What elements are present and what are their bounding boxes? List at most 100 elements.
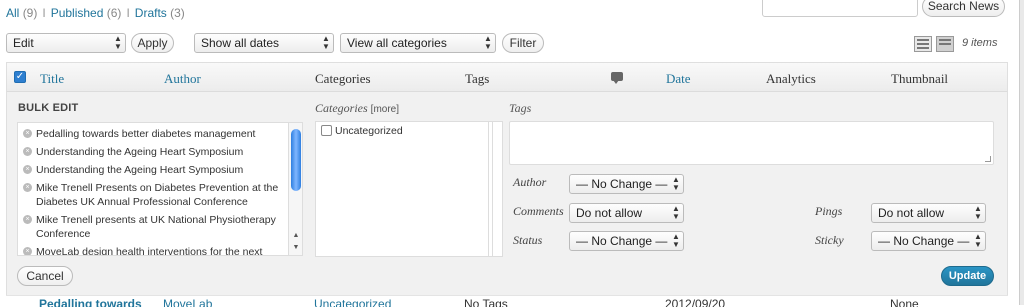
update-button[interactable]: Update xyxy=(941,266,994,286)
scrollbar-thumb[interactable] xyxy=(291,129,301,191)
scroll-down-icon[interactable]: ▼ xyxy=(290,243,302,253)
list-item: × Understanding the Ageing Heart Symposiu… xyxy=(18,161,288,179)
row-date: 2012/09/20 xyxy=(665,297,726,307)
filter-drafts-count: (3) xyxy=(170,6,185,20)
categories-checklist: Uncategorized xyxy=(315,121,503,257)
remove-icon[interactable]: × xyxy=(23,215,32,224)
items-count: 9 items xyxy=(962,37,998,49)
filter-separator: I xyxy=(42,6,46,20)
categories-more-link[interactable]: [more] xyxy=(371,104,399,115)
comments-label: Comments xyxy=(513,204,564,218)
list-item: × MoveLab design health interventions for… xyxy=(18,243,288,256)
pings-value: Do not allow xyxy=(878,206,945,220)
column-author[interactable]: Author xyxy=(164,71,201,87)
category-filter-select[interactable]: View all categories ▲ ▼ xyxy=(340,33,496,53)
filter-button[interactable]: Filter xyxy=(502,33,544,53)
filter-published-link[interactable]: Published (6) xyxy=(51,6,122,20)
row-tags: No Tags xyxy=(464,297,508,307)
cancel-button[interactable]: Cancel xyxy=(17,266,73,286)
list-item-title: Mike Trenell Presents on Diabetes Preven… xyxy=(36,182,279,208)
tags-label: Tags xyxy=(509,101,532,115)
categories-label-text: Categories xyxy=(315,101,368,115)
column-title[interactable]: Title xyxy=(40,71,64,87)
tags-textarea[interactable] xyxy=(509,121,994,165)
select-arrows-icon: ▲ ▼ xyxy=(672,204,680,221)
status-value: — No Change — xyxy=(576,234,668,248)
list-item: × Understanding the Ageing Heart Symposiu… xyxy=(18,143,288,161)
categories-label: Categories [more] xyxy=(315,101,399,116)
category-filter-value: View all categories xyxy=(347,36,447,50)
select-arrows-icon: ▲ ▼ xyxy=(974,204,982,221)
search-news-button[interactable]: Search News xyxy=(922,0,1005,17)
dates-filter-select[interactable]: Show all dates ▲ ▼ xyxy=(194,33,334,53)
filter-all-count: (9) xyxy=(22,6,38,20)
filter-all-link[interactable]: All (9) xyxy=(6,6,37,20)
category-item[interactable]: Uncategorized xyxy=(321,125,403,137)
category-item-label: Uncategorized xyxy=(335,125,403,137)
filter-drafts-link[interactable]: Drafts (3) xyxy=(135,6,185,20)
list-item-title: Understanding the Ageing Heart Symposium xyxy=(36,164,244,176)
select-arrows-icon: ▲ ▼ xyxy=(672,232,680,249)
bulk-action-select[interactable]: Edit ▲ ▼ xyxy=(6,33,126,53)
row-title-link[interactable]: Pedalling towards xyxy=(39,297,142,307)
comments-value: Do not allow xyxy=(576,206,643,220)
comments-icon[interactable] xyxy=(611,72,623,84)
remove-icon[interactable]: × xyxy=(23,165,32,174)
bulk-action-value: Edit xyxy=(13,36,34,50)
author-select[interactable]: — No Change — ▲ ▼ xyxy=(569,174,684,194)
status-select[interactable]: — No Change — ▲ ▼ xyxy=(569,231,684,251)
column-analytics: Analytics xyxy=(766,71,816,86)
remove-icon[interactable]: × xyxy=(23,129,32,138)
list-item-title: Mike Trenell presents at UK National Phy… xyxy=(36,214,276,240)
list-item-title: Pedalling towards better diabetes manage… xyxy=(36,128,256,140)
bulk-titles-list: × Pedalling towards better diabetes manag… xyxy=(17,122,303,256)
excerpt-view-icon[interactable] xyxy=(936,36,954,52)
sticky-value: — No Change — xyxy=(878,234,970,248)
search-input[interactable] xyxy=(762,0,918,17)
pings-select[interactable]: Do not allow ▲ ▼ xyxy=(871,203,986,223)
window-scrollbar[interactable] xyxy=(1019,0,1024,305)
select-arrows-icon: ▲ ▼ xyxy=(322,34,330,51)
author-label: Author xyxy=(513,175,547,189)
column-tags: Tags xyxy=(465,71,490,86)
list-item-title: MoveLab design health interventions for … xyxy=(36,246,263,256)
list-item: × Pedalling towards better diabetes manag… xyxy=(18,125,288,143)
titles-scrollbar[interactable]: ▲ ▼ xyxy=(288,123,302,255)
status-filter-links: All (9) I Published (6) I Drafts (3) xyxy=(6,6,185,20)
row-author-link[interactable]: MoveLab xyxy=(163,297,212,307)
filter-all-label: All xyxy=(6,6,20,20)
apply-button[interactable]: Apply xyxy=(131,33,174,53)
column-thumbnail: Thumbnail xyxy=(891,71,949,86)
select-arrows-icon: ▲ ▼ xyxy=(114,34,122,51)
sticky-select[interactable]: — No Change — ▲ ▼ xyxy=(871,231,986,251)
select-all-checkbox[interactable]: ✓ xyxy=(14,71,26,83)
filter-drafts-label: Drafts xyxy=(134,6,167,20)
list-item-title: Understanding the Ageing Heart Symposium xyxy=(36,146,244,158)
status-label: Status xyxy=(513,233,543,247)
category-checkbox[interactable] xyxy=(321,125,332,136)
scroll-up-icon[interactable]: ▲ xyxy=(290,231,302,241)
remove-icon[interactable]: × xyxy=(23,147,32,156)
filter-separator: I xyxy=(126,6,130,20)
column-date[interactable]: Date xyxy=(666,71,691,87)
remove-icon[interactable]: × xyxy=(23,247,32,255)
row-category-link[interactable]: Uncategorized xyxy=(314,297,391,307)
sticky-label: Sticky xyxy=(815,233,844,247)
select-arrows-icon: ▲ ▼ xyxy=(974,232,982,249)
resize-handle-icon[interactable] xyxy=(985,156,991,162)
table-header: ✓ Title Author Categories Tags Date Anal… xyxy=(6,62,1008,92)
remove-icon[interactable]: × xyxy=(23,183,32,192)
select-arrows-icon: ▲ ▼ xyxy=(672,175,680,192)
pings-label: Pings xyxy=(815,204,843,218)
select-arrows-icon: ▲ ▼ xyxy=(484,34,492,51)
list-item: × Mike Trenell Presents on Diabetes Preve… xyxy=(18,179,288,211)
list-view-icon[interactable] xyxy=(914,36,932,52)
list-item: × Mike Trenell presents at UK National Ph… xyxy=(18,211,288,243)
bulk-edit-panel: BULK EDIT × Pedalling towards better diab… xyxy=(6,92,1008,295)
comments-select[interactable]: Do not allow ▲ ▼ xyxy=(569,203,684,223)
dates-filter-value: Show all dates xyxy=(201,36,280,50)
filter-published-count: (6) xyxy=(106,6,122,20)
row-thumbnail: None xyxy=(890,297,919,307)
column-categories: Categories xyxy=(315,71,371,86)
author-value: — No Change — xyxy=(576,177,668,191)
